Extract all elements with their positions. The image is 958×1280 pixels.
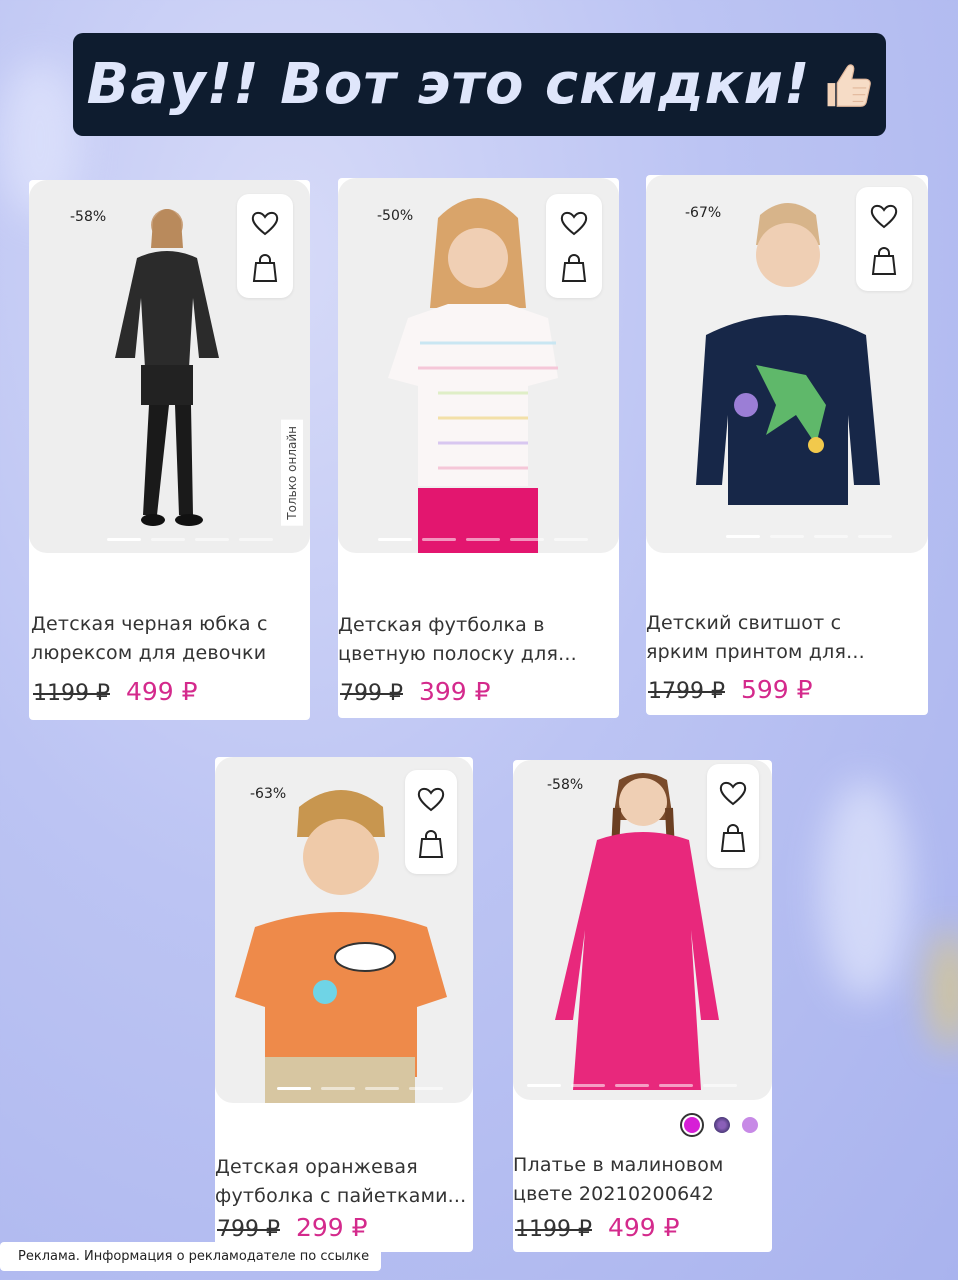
heart-icon[interactable] <box>718 779 748 807</box>
price-row: 1199 ₽ 499 ₽ <box>33 677 198 706</box>
product-title-line: футболка с пайетками... <box>215 1185 467 1207</box>
product-title-line: Детская оранжевая <box>215 1156 418 1178</box>
card-actions <box>707 764 759 868</box>
product-card[interactable]: -67% Детский свитшот с ярким принтом для… <box>646 175 928 715</box>
product-title[interactable]: Детская черная юбка с люрексом для девоч… <box>31 610 268 668</box>
background-blur <box>930 930 958 1050</box>
bag-icon[interactable] <box>252 253 278 283</box>
swatch-pattern[interactable] <box>714 1117 730 1133</box>
thumbs-up-icon <box>827 63 872 107</box>
product-title-line: цветную полоску для... <box>338 643 577 665</box>
banner-title: Вау!! Вот это скидки! <box>86 52 811 117</box>
product-title-line: цвете 20210200642 <box>513 1183 714 1205</box>
product-title[interactable]: Детская футболка в цветную полоску для..… <box>338 611 577 669</box>
color-swatches <box>680 1113 758 1137</box>
background-blur <box>820 780 910 1000</box>
product-title-line: Платье в малиновом <box>513 1154 724 1176</box>
product-title[interactable]: Детская оранжевая футболка с пайетками..… <box>215 1153 466 1211</box>
old-price: 799 ₽ <box>217 1217 280 1242</box>
sale-price: 499 ₽ <box>125 677 198 706</box>
old-price: 1199 ₽ <box>515 1217 592 1242</box>
heart-icon[interactable] <box>869 202 899 230</box>
product-card[interactable]: -58% Только онлайн Детская черная юбка с… <box>29 180 310 720</box>
ad-notice[interactable]: Реклама. Информация о рекламодателе по с… <box>0 1242 382 1271</box>
discount-badge: -50% <box>377 208 414 224</box>
product-title-line: люрексом для девочки <box>31 642 267 664</box>
bag-icon[interactable] <box>418 829 444 859</box>
carousel-dots <box>107 538 273 541</box>
bag-icon[interactable] <box>720 823 746 853</box>
card-actions <box>856 187 912 291</box>
price-row: 1799 ₽ 599 ₽ <box>648 675 813 704</box>
product-title[interactable]: Детский свитшот с ярким принтом для... <box>646 609 865 667</box>
price-row: 799 ₽ 399 ₽ <box>340 677 491 706</box>
product-title-line: Детская футболка в <box>338 614 545 636</box>
heart-icon[interactable] <box>250 209 280 237</box>
discount-badge: -58% <box>547 777 584 793</box>
promo-banner: Вау!! Вот это скидки! <box>73 33 886 136</box>
carousel-dots <box>527 1084 737 1087</box>
bag-icon[interactable] <box>561 253 587 283</box>
price-row: 1199 ₽ 499 ₽ <box>515 1213 680 1242</box>
discount-badge: -58% <box>70 209 107 225</box>
old-price: 1199 ₽ <box>33 681 110 706</box>
carousel-dots <box>277 1087 443 1090</box>
old-price: 799 ₽ <box>340 681 403 706</box>
product-title[interactable]: Платье в малиновом цвете 20210200642 <box>513 1151 724 1209</box>
bag-icon[interactable] <box>871 246 897 276</box>
price-row: 799 ₽ 299 ₽ <box>217 1213 368 1242</box>
swatch-lilac[interactable] <box>742 1117 758 1133</box>
card-actions <box>546 194 602 298</box>
product-card[interactable]: -50% Детская футболка в цветную полоску … <box>338 178 619 718</box>
card-actions <box>237 194 293 298</box>
heart-icon[interactable] <box>416 785 446 813</box>
carousel-dots <box>726 535 892 538</box>
product-card[interactable]: -63% Детская оранжевая футболка с пайетк… <box>215 757 473 1252</box>
discount-badge: -63% <box>250 786 287 802</box>
sale-price: 599 ₽ <box>740 675 813 704</box>
product-title-line: ярким принтом для... <box>646 641 865 663</box>
online-only-tag: Только онлайн <box>281 420 303 526</box>
card-actions <box>405 770 457 874</box>
sale-price: 399 ₽ <box>418 677 491 706</box>
carousel-dots <box>378 538 588 541</box>
product-title-line: Детский свитшот с <box>646 612 842 634</box>
old-price: 1799 ₽ <box>648 679 725 704</box>
discount-badge: -67% <box>685 205 722 221</box>
heart-icon[interactable] <box>559 209 589 237</box>
product-title-line: Детская черная юбка с <box>31 613 268 635</box>
sale-price: 499 ₽ <box>607 1213 680 1242</box>
product-card[interactable]: -58% Платье в малиновом цвете 2021020064… <box>513 760 772 1252</box>
swatch-selected[interactable] <box>680 1113 704 1137</box>
sale-price: 299 ₽ <box>295 1213 368 1242</box>
